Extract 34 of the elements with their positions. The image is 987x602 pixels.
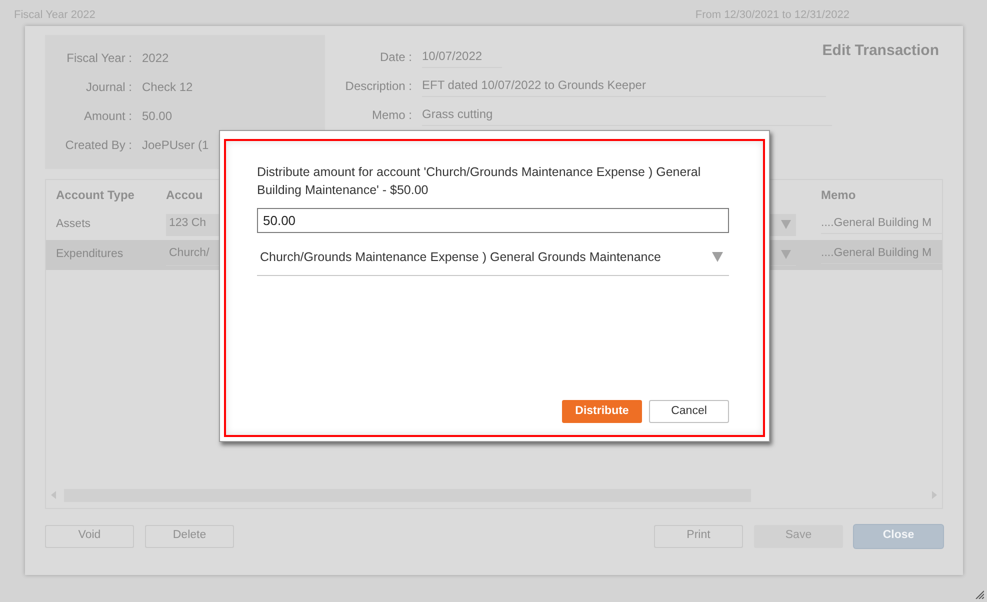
dialog-title: Edit Transaction [822,41,939,61]
field-label: Memo : [370,106,412,124]
cancel-button[interactable]: Cancel [649,400,729,423]
field-label: Description : [344,78,412,94]
column-header: Accou [166,186,204,204]
account-select[interactable]: Church/Grounds Maintenance Expense ) General Grounds Maintenance [257,239,729,276]
field-label: Date : [378,48,412,66]
amount-field[interactable]: 50.00 [257,208,729,233]
distribute-button[interactable]: Distribute [562,400,642,423]
field-value: 50.00 [142,108,172,124]
dialog-button[interactable]: Close [854,524,943,548]
scroll-left-icon[interactable] [51,491,56,499]
scroll-right-icon[interactable] [932,491,937,499]
field-label: Created By : [64,136,132,154]
field-label: Fiscal Year : [66,50,132,66]
column-header: Memo [821,186,856,204]
field-value: JoePUser (1 [142,136,209,154]
table-cell-text: Expenditures [55,246,124,262]
field-value[interactable]: Grass cutting [422,104,832,126]
dropdown-caret-icon [712,252,723,262]
table-cell-text: Assets [55,216,92,232]
column-header: Account Type [55,186,136,204]
table-cell: ....General Building M [821,215,942,234]
field-label: Journal : [84,78,132,96]
resize-grip-icon[interactable] [975,590,984,599]
field-value[interactable]: EFT dated 10/07/2022 to Grounds Keeper [422,76,826,96]
dropdown-caret-icon [781,220,791,228]
field-value: 2022 [142,50,169,66]
field-label: Amount : [82,108,132,124]
table-cell: ....General Building M [821,245,942,264]
distribute-message: Distribute amount for account 'Church/Grounds Maintenance Expense ) General Building Maintenance' - $50.00 [257,164,702,199]
field-value[interactable]: 10/07/2022 [422,46,502,68]
dropdown-caret-icon [781,250,791,258]
field-value: Check 12 [142,78,193,96]
